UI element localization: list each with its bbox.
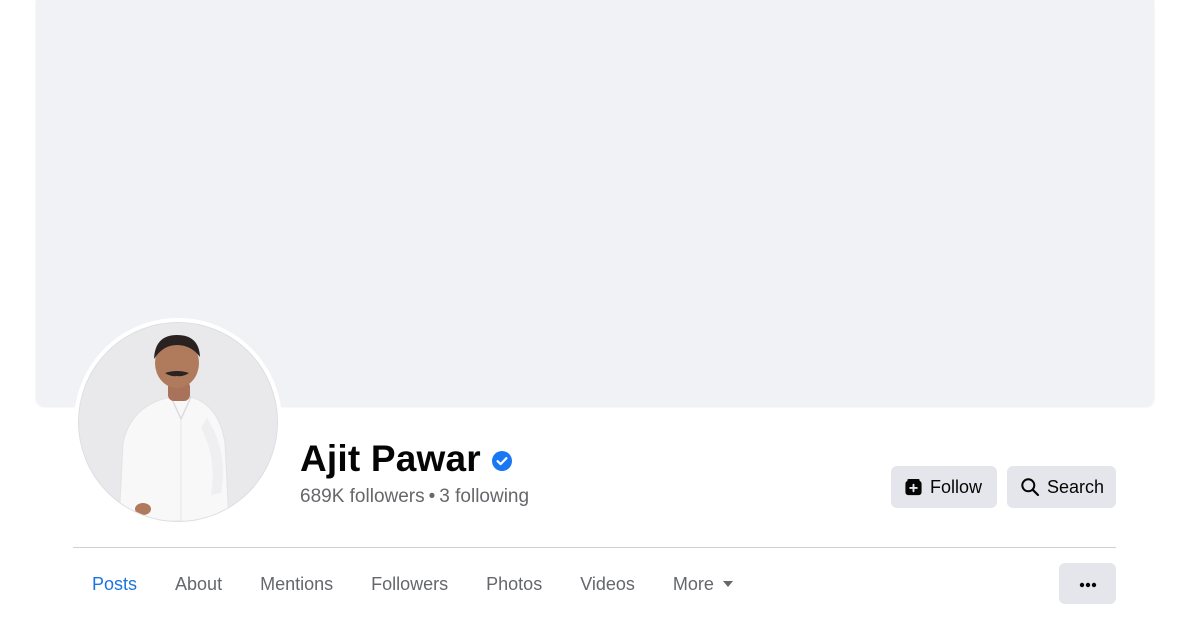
caret-down-icon [722,580,734,588]
tab-photos[interactable]: Photos [467,562,561,606]
tab-about[interactable]: About [156,562,241,606]
profile-photo [78,322,278,522]
profile-page: Ajit Pawar 689K followers • 3 following Fo… [0,0,1200,630]
tab-label: Posts [92,574,138,594]
follower-stats: 689K followers • 3 following [300,486,529,508]
tab-label: Videos [580,574,635,594]
tab-mentions[interactable]: Mentions [241,562,352,606]
tab-label: Mentions [260,574,334,594]
profile-name: Ajit Pawar [300,438,481,479]
tab-label: About [175,574,223,594]
ellipsis-icon [1079,575,1097,593]
tab-label: Photos [486,574,543,594]
tab-videos[interactable]: Videos [561,562,654,606]
verified-badge-icon [492,451,512,471]
search-button-label: Search [1047,476,1105,497]
tab-label: More [672,574,714,594]
stats-separator: • [428,486,436,507]
profile-picture[interactable] [74,318,282,526]
profile-tabs: Posts About Mentions Followers Photos Vi… [73,562,753,606]
tab-posts[interactable]: Posts [73,562,156,606]
followers-count-link[interactable]: 689K followers [300,486,425,507]
tab-label: Followers [371,574,449,594]
follow-add-icon [904,478,923,497]
tab-more[interactable]: More [654,562,753,606]
search-button[interactable]: Search [1007,466,1116,508]
follow-button-label: Follow [930,476,983,497]
section-divider [73,547,1116,548]
following-count-link[interactable]: 3 following [439,486,529,507]
follow-button[interactable]: Follow [891,466,997,508]
tab-followers[interactable]: Followers [352,562,467,606]
more-options-button[interactable] [1059,563,1116,604]
search-icon [1020,477,1040,497]
